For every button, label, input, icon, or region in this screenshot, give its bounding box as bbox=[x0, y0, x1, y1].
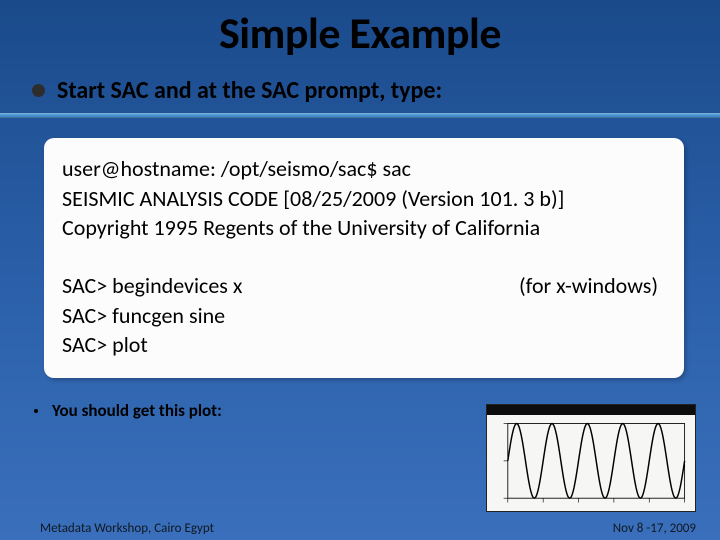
sub-bullet-text: You should get this plot: bbox=[52, 400, 222, 421]
terminal-banner-2: Copyright 1995 Regents of the University… bbox=[62, 213, 666, 243]
sub-bullet-icon bbox=[34, 409, 38, 413]
divider-line bbox=[0, 113, 720, 118]
terminal-prompt: user@hostname: /opt/seismo/sac$ sac bbox=[62, 154, 666, 184]
bullet-icon bbox=[32, 84, 45, 97]
terminal-box: user@hostname: /opt/seismo/sac$ sac SEIS… bbox=[44, 138, 684, 378]
cmd-begindevices: SAC> begindevices x bbox=[62, 271, 242, 301]
command-annotation: (for x-windows) bbox=[519, 271, 666, 301]
slide-title: Simple Example bbox=[0, 6, 720, 60]
main-bullet: Start SAC and at the SAC prompt, type: bbox=[32, 76, 720, 105]
command-block: SAC> begindevices x SAC> funcgen sine SA… bbox=[62, 271, 666, 360]
sine-plot bbox=[487, 415, 695, 511]
footer-left: Metadata Workshop, Cairo Egypt bbox=[40, 521, 214, 536]
cmd-funcgen: SAC> funcgen sine bbox=[62, 301, 242, 331]
command-column: SAC> begindevices x SAC> funcgen sine SA… bbox=[62, 271, 242, 360]
plot-thumbnail bbox=[486, 404, 696, 512]
slide-footer: Metadata Workshop, Cairo Egypt Nov 8 -17… bbox=[0, 521, 720, 536]
plot-window-titlebar bbox=[487, 405, 695, 415]
main-bullet-text: Start SAC and at the SAC prompt, type: bbox=[57, 76, 442, 105]
terminal-banner-1: SEISMIC ANALYSIS CODE [08/25/2009 (Versi… bbox=[62, 184, 666, 214]
footer-right: Nov 8 -17, 2009 bbox=[613, 521, 696, 536]
cmd-plot: SAC> plot bbox=[62, 330, 242, 360]
